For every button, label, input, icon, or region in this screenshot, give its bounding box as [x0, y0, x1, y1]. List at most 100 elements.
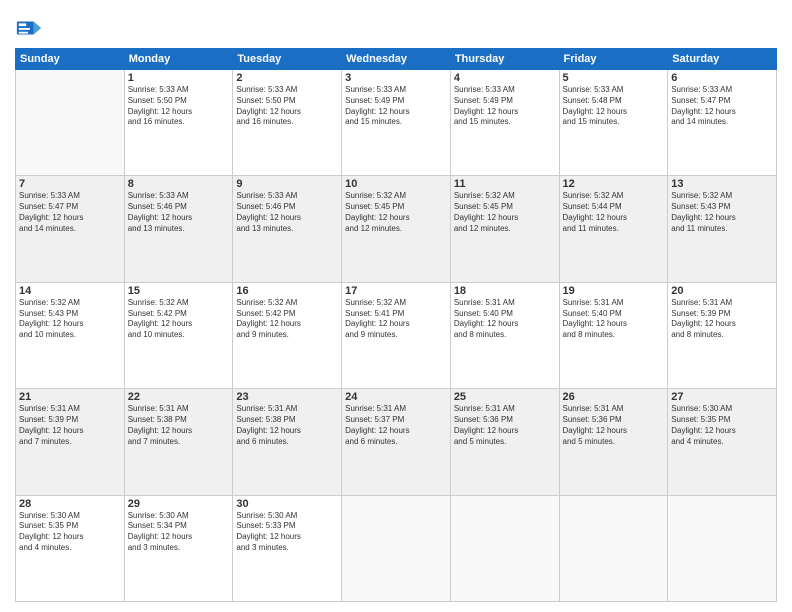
weekday-header-sunday: Sunday [16, 49, 125, 70]
day-info: Sunrise: 5:31 AM Sunset: 5:36 PM Dayligh… [454, 404, 556, 447]
day-info: Sunrise: 5:30 AM Sunset: 5:35 PM Dayligh… [19, 511, 121, 554]
day-info: Sunrise: 5:31 AM Sunset: 5:38 PM Dayligh… [128, 404, 230, 447]
day-info: Sunrise: 5:32 AM Sunset: 5:45 PM Dayligh… [345, 191, 447, 234]
day-number: 15 [128, 285, 230, 297]
day-info: Sunrise: 5:31 AM Sunset: 5:37 PM Dayligh… [345, 404, 447, 447]
calendar-cell: 25Sunrise: 5:31 AM Sunset: 5:36 PM Dayli… [450, 389, 559, 495]
calendar-cell: 19Sunrise: 5:31 AM Sunset: 5:40 PM Dayli… [559, 282, 668, 388]
day-number: 2 [236, 72, 338, 84]
calendar-cell: 1Sunrise: 5:33 AM Sunset: 5:50 PM Daylig… [124, 70, 233, 176]
day-number: 21 [19, 391, 121, 403]
calendar-cell: 23Sunrise: 5:31 AM Sunset: 5:38 PM Dayli… [233, 389, 342, 495]
day-info: Sunrise: 5:31 AM Sunset: 5:40 PM Dayligh… [454, 298, 556, 341]
calendar-cell: 20Sunrise: 5:31 AM Sunset: 5:39 PM Dayli… [668, 282, 777, 388]
calendar-cell: 8Sunrise: 5:33 AM Sunset: 5:46 PM Daylig… [124, 176, 233, 282]
day-info: Sunrise: 5:30 AM Sunset: 5:33 PM Dayligh… [236, 511, 338, 554]
day-info: Sunrise: 5:31 AM Sunset: 5:39 PM Dayligh… [19, 404, 121, 447]
weekday-header-friday: Friday [559, 49, 668, 70]
day-info: Sunrise: 5:33 AM Sunset: 5:46 PM Dayligh… [128, 191, 230, 234]
day-number: 23 [236, 391, 338, 403]
day-info: Sunrise: 5:30 AM Sunset: 5:34 PM Dayligh… [128, 511, 230, 554]
day-number: 19 [563, 285, 665, 297]
calendar-header-row: SundayMondayTuesdayWednesdayThursdayFrid… [16, 49, 777, 70]
day-number: 22 [128, 391, 230, 403]
calendar-cell: 24Sunrise: 5:31 AM Sunset: 5:37 PM Dayli… [342, 389, 451, 495]
calendar-cell: 11Sunrise: 5:32 AM Sunset: 5:45 PM Dayli… [450, 176, 559, 282]
day-info: Sunrise: 5:32 AM Sunset: 5:42 PM Dayligh… [128, 298, 230, 341]
day-info: Sunrise: 5:30 AM Sunset: 5:35 PM Dayligh… [671, 404, 773, 447]
day-number: 4 [454, 72, 556, 84]
calendar-cell: 28Sunrise: 5:30 AM Sunset: 5:35 PM Dayli… [16, 495, 125, 601]
weekday-header-tuesday: Tuesday [233, 49, 342, 70]
calendar-cell: 6Sunrise: 5:33 AM Sunset: 5:47 PM Daylig… [668, 70, 777, 176]
day-number: 30 [236, 498, 338, 510]
day-info: Sunrise: 5:33 AM Sunset: 5:49 PM Dayligh… [345, 85, 447, 128]
calendar-cell: 22Sunrise: 5:31 AM Sunset: 5:38 PM Dayli… [124, 389, 233, 495]
day-info: Sunrise: 5:33 AM Sunset: 5:48 PM Dayligh… [563, 85, 665, 128]
calendar-cell: 2Sunrise: 5:33 AM Sunset: 5:50 PM Daylig… [233, 70, 342, 176]
calendar-week-row: 14Sunrise: 5:32 AM Sunset: 5:43 PM Dayli… [16, 282, 777, 388]
calendar-week-row: 1Sunrise: 5:33 AM Sunset: 5:50 PM Daylig… [16, 70, 777, 176]
calendar-cell: 5Sunrise: 5:33 AM Sunset: 5:48 PM Daylig… [559, 70, 668, 176]
calendar-cell: 4Sunrise: 5:33 AM Sunset: 5:49 PM Daylig… [450, 70, 559, 176]
calendar-cell [450, 495, 559, 601]
day-number: 1 [128, 72, 230, 84]
calendar-cell: 17Sunrise: 5:32 AM Sunset: 5:41 PM Dayli… [342, 282, 451, 388]
day-info: Sunrise: 5:32 AM Sunset: 5:44 PM Dayligh… [563, 191, 665, 234]
calendar-cell [16, 70, 125, 176]
calendar-cell [668, 495, 777, 601]
day-info: Sunrise: 5:31 AM Sunset: 5:39 PM Dayligh… [671, 298, 773, 341]
day-info: Sunrise: 5:31 AM Sunset: 5:40 PM Dayligh… [563, 298, 665, 341]
day-number: 18 [454, 285, 556, 297]
day-number: 20 [671, 285, 773, 297]
calendar-week-row: 21Sunrise: 5:31 AM Sunset: 5:39 PM Dayli… [16, 389, 777, 495]
day-number: 10 [345, 178, 447, 190]
calendar-cell: 13Sunrise: 5:32 AM Sunset: 5:43 PM Dayli… [668, 176, 777, 282]
day-info: Sunrise: 5:33 AM Sunset: 5:46 PM Dayligh… [236, 191, 338, 234]
calendar-week-row: 28Sunrise: 5:30 AM Sunset: 5:35 PM Dayli… [16, 495, 777, 601]
weekday-header-thursday: Thursday [450, 49, 559, 70]
calendar-cell: 7Sunrise: 5:33 AM Sunset: 5:47 PM Daylig… [16, 176, 125, 282]
calendar-cell: 26Sunrise: 5:31 AM Sunset: 5:36 PM Dayli… [559, 389, 668, 495]
day-number: 26 [563, 391, 665, 403]
calendar-cell: 27Sunrise: 5:30 AM Sunset: 5:35 PM Dayli… [668, 389, 777, 495]
day-number: 28 [19, 498, 121, 510]
calendar-cell: 21Sunrise: 5:31 AM Sunset: 5:39 PM Dayli… [16, 389, 125, 495]
day-number: 5 [563, 72, 665, 84]
day-number: 3 [345, 72, 447, 84]
calendar-cell: 15Sunrise: 5:32 AM Sunset: 5:42 PM Dayli… [124, 282, 233, 388]
header [15, 10, 777, 42]
calendar-cell: 10Sunrise: 5:32 AM Sunset: 5:45 PM Dayli… [342, 176, 451, 282]
calendar-week-row: 7Sunrise: 5:33 AM Sunset: 5:47 PM Daylig… [16, 176, 777, 282]
calendar-cell [342, 495, 451, 601]
calendar-cell: 3Sunrise: 5:33 AM Sunset: 5:49 PM Daylig… [342, 70, 451, 176]
weekday-header-wednesday: Wednesday [342, 49, 451, 70]
day-number: 11 [454, 178, 556, 190]
weekday-header-saturday: Saturday [668, 49, 777, 70]
calendar-cell: 16Sunrise: 5:32 AM Sunset: 5:42 PM Dayli… [233, 282, 342, 388]
calendar-cell: 9Sunrise: 5:33 AM Sunset: 5:46 PM Daylig… [233, 176, 342, 282]
day-info: Sunrise: 5:33 AM Sunset: 5:47 PM Dayligh… [19, 191, 121, 234]
day-info: Sunrise: 5:31 AM Sunset: 5:38 PM Dayligh… [236, 404, 338, 447]
calendar-cell [559, 495, 668, 601]
day-info: Sunrise: 5:33 AM Sunset: 5:49 PM Dayligh… [454, 85, 556, 128]
day-info: Sunrise: 5:33 AM Sunset: 5:50 PM Dayligh… [236, 85, 338, 128]
day-number: 6 [671, 72, 773, 84]
day-info: Sunrise: 5:32 AM Sunset: 5:41 PM Dayligh… [345, 298, 447, 341]
calendar-cell: 30Sunrise: 5:30 AM Sunset: 5:33 PM Dayli… [233, 495, 342, 601]
day-info: Sunrise: 5:32 AM Sunset: 5:43 PM Dayligh… [19, 298, 121, 341]
calendar: SundayMondayTuesdayWednesdayThursdayFrid… [15, 48, 777, 602]
day-info: Sunrise: 5:33 AM Sunset: 5:47 PM Dayligh… [671, 85, 773, 128]
weekday-header-monday: Monday [124, 49, 233, 70]
day-number: 24 [345, 391, 447, 403]
logo-icon [15, 14, 43, 42]
day-number: 7 [19, 178, 121, 190]
day-number: 16 [236, 285, 338, 297]
day-info: Sunrise: 5:33 AM Sunset: 5:50 PM Dayligh… [128, 85, 230, 128]
day-number: 13 [671, 178, 773, 190]
day-info: Sunrise: 5:32 AM Sunset: 5:43 PM Dayligh… [671, 191, 773, 234]
day-number: 25 [454, 391, 556, 403]
day-info: Sunrise: 5:32 AM Sunset: 5:42 PM Dayligh… [236, 298, 338, 341]
calendar-cell: 18Sunrise: 5:31 AM Sunset: 5:40 PM Dayli… [450, 282, 559, 388]
day-number: 17 [345, 285, 447, 297]
